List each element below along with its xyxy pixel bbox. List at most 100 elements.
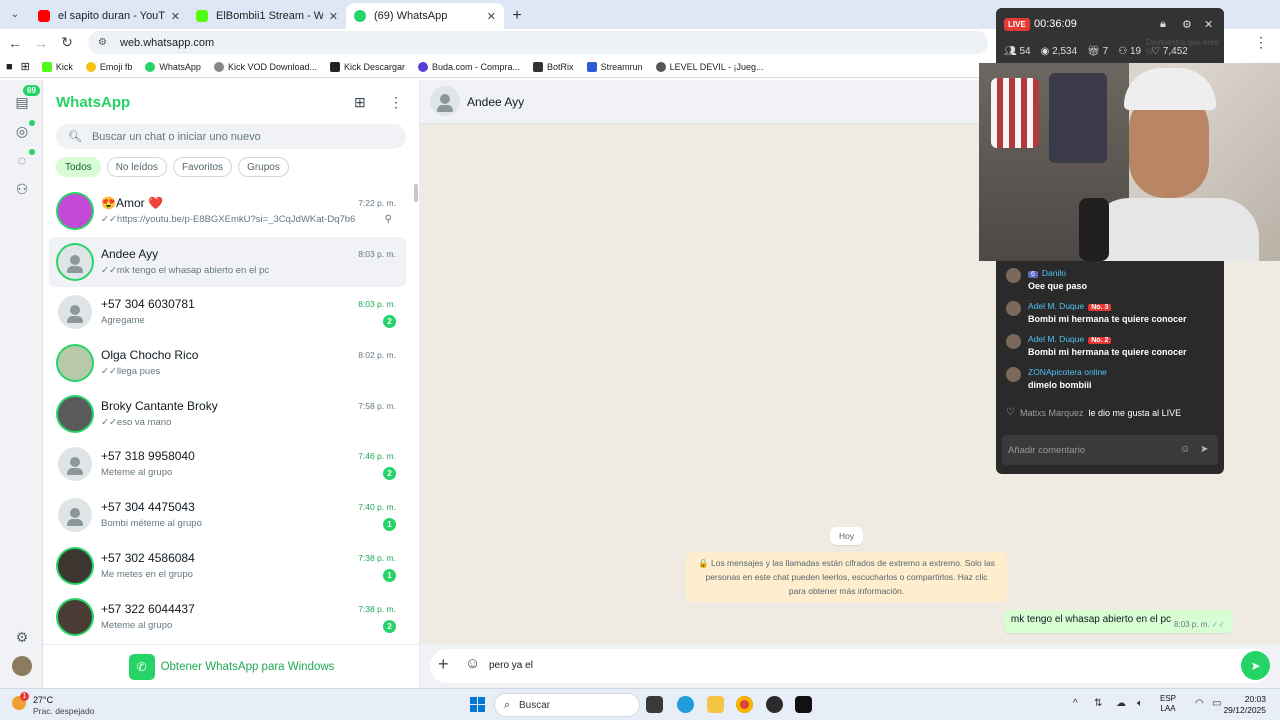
new-chat-icon[interactable]: ⊞	[354, 94, 366, 111]
chat-avatar[interactable]	[58, 244, 92, 279]
chat-list-item[interactable]: +57 318 9958040 Meteme al grupo 7:46 p. m.…	[49, 439, 406, 490]
tab-search-chevron-icon[interactable]: ⌄	[0, 0, 30, 29]
filter-todos[interactable]: Todos	[56, 157, 101, 177]
chat-avatar[interactable]	[58, 396, 92, 431]
chat-user-line[interactable]: Adel M. Duque No. 2	[1028, 334, 1112, 344]
tab-title: el sapito duran - YouTube	[58, 10, 165, 22]
jersey-shape	[1049, 73, 1107, 163]
volume-icon[interactable]: 🔈︎	[1137, 698, 1143, 709]
chat-message-text: dimelo bombiii	[1028, 380, 1092, 390]
site-info-icon[interactable]: ⚙	[98, 37, 112, 48]
bookmark-kick-descargar[interactable]: Kick Descargar	[329, 61, 405, 72]
file-manager-icon[interactable]	[646, 696, 663, 713]
chat-user-line[interactable]: 6 Danilo	[1028, 268, 1066, 278]
chat-user-avatar[interactable]	[1006, 334, 1021, 349]
url-field[interactable]: ⚙ web.whatsapp.com	[88, 31, 988, 54]
wifi-icon[interactable]: ◠	[1195, 698, 1204, 709]
chat-avatar[interactable]	[58, 447, 92, 482]
close-tab-icon[interactable]: ✕	[487, 10, 496, 23]
menu-icon[interactable]: ⋮	[389, 94, 403, 111]
chat-avatar[interactable]	[58, 599, 92, 634]
emoji-icon[interactable]: ☺	[1180, 444, 1190, 455]
language-indicator[interactable]: ESP LAA	[1160, 694, 1176, 714]
chat-user-avatar[interactable]	[1006, 301, 1021, 316]
reload-icon[interactable]: ↻	[56, 34, 78, 51]
bookmark-emoji-fb[interactable]: Emoji fb	[85, 61, 132, 72]
tiktok-icon[interactable]	[795, 696, 812, 713]
close-tab-icon[interactable]: ✕	[171, 10, 180, 23]
settings-icon[interactable]: ⚙	[1182, 18, 1192, 31]
bookmark-kick-vod[interactable]: Kick VOD Download...	[213, 61, 317, 72]
back-icon[interactable]: ←	[4, 35, 26, 51]
system-clock[interactable]: 20:03 29/12/2025	[1223, 694, 1266, 716]
encryption-notice[interactable]: 🔒 Los mensajes y las llamadas están cifr…	[686, 552, 1007, 602]
close-tab-icon[interactable]: ✕	[329, 10, 338, 23]
outgoing-message[interactable]: mk tengo el whasap abierto en el pc 8:03…	[1003, 610, 1233, 633]
chat-list-item[interactable]: 😍Amor ❤️ ✓✓https://youtu.be/p-E8BGXEmkU?s…	[49, 186, 406, 237]
chat-avatar[interactable]	[58, 548, 92, 583]
chat-list-item[interactable]: Andee Ayy ✓✓mk tengo el whasap abierto en…	[49, 236, 406, 288]
chat-user-avatar[interactable]	[1006, 268, 1021, 283]
start-button[interactable]	[470, 697, 485, 712]
chat-user-avatar[interactable]	[1006, 367, 1021, 382]
browser-tab-whatsapp[interactable]: (69) WhatsApp ✕	[346, 3, 504, 29]
chrome-icon[interactable]	[736, 696, 753, 713]
battery-icon[interactable]: ▭	[1212, 698, 1221, 709]
filter-grupos[interactable]: Grupos	[238, 157, 289, 177]
settings-icon[interactable]: ⚙	[12, 627, 32, 647]
forward-icon[interactable]: →	[30, 35, 52, 51]
edge-icon[interactable]	[677, 696, 694, 713]
message-input-box[interactable]: + ☺ pero ya el ➤	[430, 649, 1270, 683]
profile-avatar[interactable]	[12, 656, 32, 676]
sticker-emoji-icon[interactable]: ☺	[465, 655, 480, 672]
browser-menu-icon[interactable]: ⋮	[1254, 34, 1268, 51]
communities-icon[interactable]: ⚇	[12, 179, 32, 199]
bookmark-buda[interactable]: Buda.com - Compra...	[418, 61, 520, 72]
lang-code: ESP	[1160, 694, 1177, 703]
send-icon[interactable]: ➤	[1200, 444, 1208, 455]
chat-list-item[interactable]: Olga Chocho Rico ✓✓llega pues 8:02 p. m.	[49, 338, 406, 389]
chat-user-line[interactable]: ZONApicotera online	[1028, 367, 1107, 377]
message-draft-text[interactable]: pero ya el	[489, 660, 533, 671]
attach-plus-icon[interactable]: +	[438, 654, 449, 675]
browser-tab-youtube[interactable]: el sapito duran - YouTube ✕	[30, 3, 188, 29]
bookmark-kick[interactable]: Kick	[41, 61, 73, 72]
contact-name[interactable]: Andee Ayy	[467, 95, 524, 109]
filter-no-leidos[interactable]: No leídos	[106, 157, 167, 177]
chat-list-scrollbar[interactable]	[414, 184, 418, 202]
chat-user-line[interactable]: Adel M. Duque No. 3	[1028, 301, 1112, 311]
chat-list-item[interactable]: +57 322 6044437 Meteme al grupo 7:38 p. m.…	[49, 592, 406, 642]
chat-list-item[interactable]: Broky Cantante Broky ✓✓eso va mano 7:58 p.…	[49, 389, 406, 440]
bookmark-level-devil[interactable]: LEVEL DEVIL - ¡Jueg...	[655, 61, 763, 72]
webcam-video	[979, 63, 1280, 261]
bookmark-streamrun[interactable]: Streamrun	[586, 61, 643, 72]
download-icon	[329, 61, 340, 72]
chat-avatar[interactable]	[58, 295, 92, 330]
chat-list-item[interactable]: +57 304 4475043 Bombi méteme al grupo 7:40…	[49, 490, 406, 541]
close-icon[interactable]: ✕	[1204, 18, 1213, 31]
cloud-icon[interactable]: ☁	[1116, 698, 1126, 709]
browser-tab-kick[interactable]: ElBombii1 Stream - Watch Live ✕	[188, 3, 346, 29]
bookmark-whatsapp[interactable]: WhatsApp	[145, 61, 201, 72]
new-tab-button[interactable]: +	[504, 3, 530, 29]
obs-icon[interactable]	[766, 696, 783, 713]
grid-icon[interactable]: ⊞	[21, 60, 30, 73]
send-button[interactable]: ➤	[1241, 651, 1270, 680]
bookmark-botrix[interactable]: BotRix	[533, 61, 574, 72]
filter-favoritos[interactable]: Favoritos	[172, 157, 233, 177]
lock-icon[interactable]: 🔒︎	[1160, 18, 1166, 31]
taskbar-search[interactable]: ⌕ Buscar	[494, 693, 640, 717]
folder-icon[interactable]	[707, 696, 724, 713]
chat-avatar[interactable]	[58, 346, 92, 381]
comment-input[interactable]: Añadir comentario ☺ ➤	[1002, 435, 1218, 465]
apps-grid-icon[interactable]: ■	[6, 61, 13, 73]
chat-list-item[interactable]: +57 302 4586084 Me metes en el grupo 7:38 …	[49, 541, 406, 592]
chat-list-item[interactable]: +57 304 6030781 Agregame 8:03 p. m. 2	[49, 287, 406, 338]
tray-chevron-icon[interactable]: ^	[1073, 698, 1078, 709]
chat-avatar[interactable]	[58, 194, 92, 228]
chat-search-input[interactable]: 🔍︎ Buscar un chat o iniciar uno nuevo	[56, 124, 406, 149]
chat-avatar[interactable]	[58, 498, 92, 533]
contact-avatar[interactable]	[430, 86, 460, 116]
network-icon[interactable]: ⇅	[1094, 698, 1102, 709]
get-whatsapp-windows-link[interactable]: ✆ Obtener WhatsApp para Windows	[43, 644, 420, 688]
